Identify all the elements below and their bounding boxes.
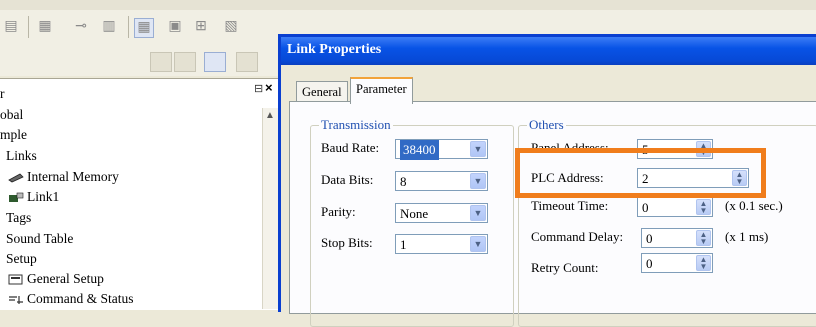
timeout-time-spinner[interactable]: 0 ▲ ▼: [637, 197, 713, 217]
tree-item-setup[interactable]: Setup: [6, 251, 37, 267]
tree-item[interactable]: r: [0, 86, 5, 102]
connect-icon[interactable]: ⊸: [72, 18, 90, 36]
grid-icon[interactable]: ▦: [36, 18, 54, 36]
retry-count-spinner[interactable]: 0 ▲ ▼: [641, 253, 713, 273]
command-icon: [9, 296, 23, 305]
data-bits-label: Data Bits:: [321, 172, 374, 187]
zoom-icon[interactable]: [150, 52, 172, 72]
layout-icon[interactable]: ▣: [166, 18, 184, 36]
data-bits-select[interactable]: 8 ▼: [395, 171, 488, 191]
toolbar-separator: [28, 16, 29, 38]
stop-bits-select[interactable]: 1 ▼: [395, 234, 488, 254]
memory-icon: [8, 173, 24, 183]
spin-arrows-icon[interactable]: ▲ ▼: [696, 230, 711, 246]
tree-item-command-status[interactable]: Command & Status: [8, 291, 134, 307]
tree-scrollbar[interactable]: [262, 108, 279, 309]
tree-item-global[interactable]: obal: [0, 107, 23, 123]
command-delay-unit: (x 1 ms): [725, 229, 769, 244]
chevron-down-icon[interactable]: ▼: [470, 141, 486, 157]
link-icon: [9, 193, 24, 203]
tree-item-sound-table[interactable]: Sound Table: [6, 231, 73, 247]
scroll-up-icon[interactable]: ▲: [264, 110, 276, 122]
spin-arrows-icon[interactable]: ▲ ▼: [696, 255, 711, 271]
timeout-unit: (x 0.1 sec.): [725, 198, 783, 213]
bar-chart-icon[interactable]: ▥: [100, 18, 118, 36]
transmission-group: Transmission Baud Rate: 38400 ▼ Data Bit…: [310, 117, 514, 327]
align-icon[interactable]: ▧: [222, 18, 240, 36]
stop-bits-label: Stop Bits:: [321, 235, 373, 250]
plc-address-highlight: [515, 148, 766, 198]
baud-rate-label: Baud Rate:: [321, 140, 380, 155]
timeout-time-label: Timeout Time:: [531, 198, 609, 213]
command-delay-spinner[interactable]: 0 ▲ ▼: [641, 228, 713, 248]
tree-item-sample[interactable]: mple: [0, 127, 27, 143]
parity-select[interactable]: None ▼: [395, 203, 488, 223]
chevron-down-icon[interactable]: ▼: [470, 236, 486, 252]
parameter-tab-page: Transmission Baud Rate: 38400 ▼ Data Bit…: [289, 101, 816, 327]
close-panel-icon[interactable]: ×: [265, 80, 273, 95]
tree-item-links[interactable]: Links: [6, 148, 37, 164]
chevron-down-icon[interactable]: ▼: [470, 205, 486, 221]
parity-label: Parity:: [321, 204, 356, 219]
tab-general[interactable]: General: [296, 81, 348, 102]
chevron-down-icon[interactable]: ▼: [470, 173, 486, 189]
others-legend: Others: [527, 117, 566, 133]
tab-parameter[interactable]: Parameter: [350, 77, 413, 104]
tree-item-link1[interactable]: Link1: [8, 189, 59, 205]
transmission-legend: Transmission: [319, 117, 393, 133]
dialog-title: Link Properties: [287, 42, 382, 57]
list-icon[interactable]: ▤: [2, 18, 20, 36]
dialog-titlebar[interactable]: Link Properties: [281, 37, 816, 65]
command-delay-label: Command Delay:: [531, 229, 624, 244]
pin-icon[interactable]: ⊟: [254, 82, 263, 95]
spin-arrows-icon[interactable]: ▲ ▼: [696, 199, 711, 215]
align-icon[interactable]: ⊞: [192, 18, 210, 36]
tree-item-internal-memory[interactable]: Internal Memory: [8, 169, 119, 185]
retry-count-label: Retry Count:: [531, 260, 599, 275]
setup-icon: [8, 274, 23, 285]
arrow-icon[interactable]: [236, 52, 258, 72]
baud-rate-select[interactable]: 38400 ▼: [395, 139, 488, 160]
edit-icon[interactable]: [204, 52, 226, 72]
table-icon[interactable]: ▦: [134, 18, 154, 38]
tree-item-general-setup[interactable]: General Setup: [8, 271, 104, 287]
tree-item-tags[interactable]: Tags: [6, 210, 31, 226]
toolbar-separator: [128, 16, 129, 38]
toolbar-secondary: [0, 44, 280, 76]
grid-icon[interactable]: [174, 52, 196, 72]
